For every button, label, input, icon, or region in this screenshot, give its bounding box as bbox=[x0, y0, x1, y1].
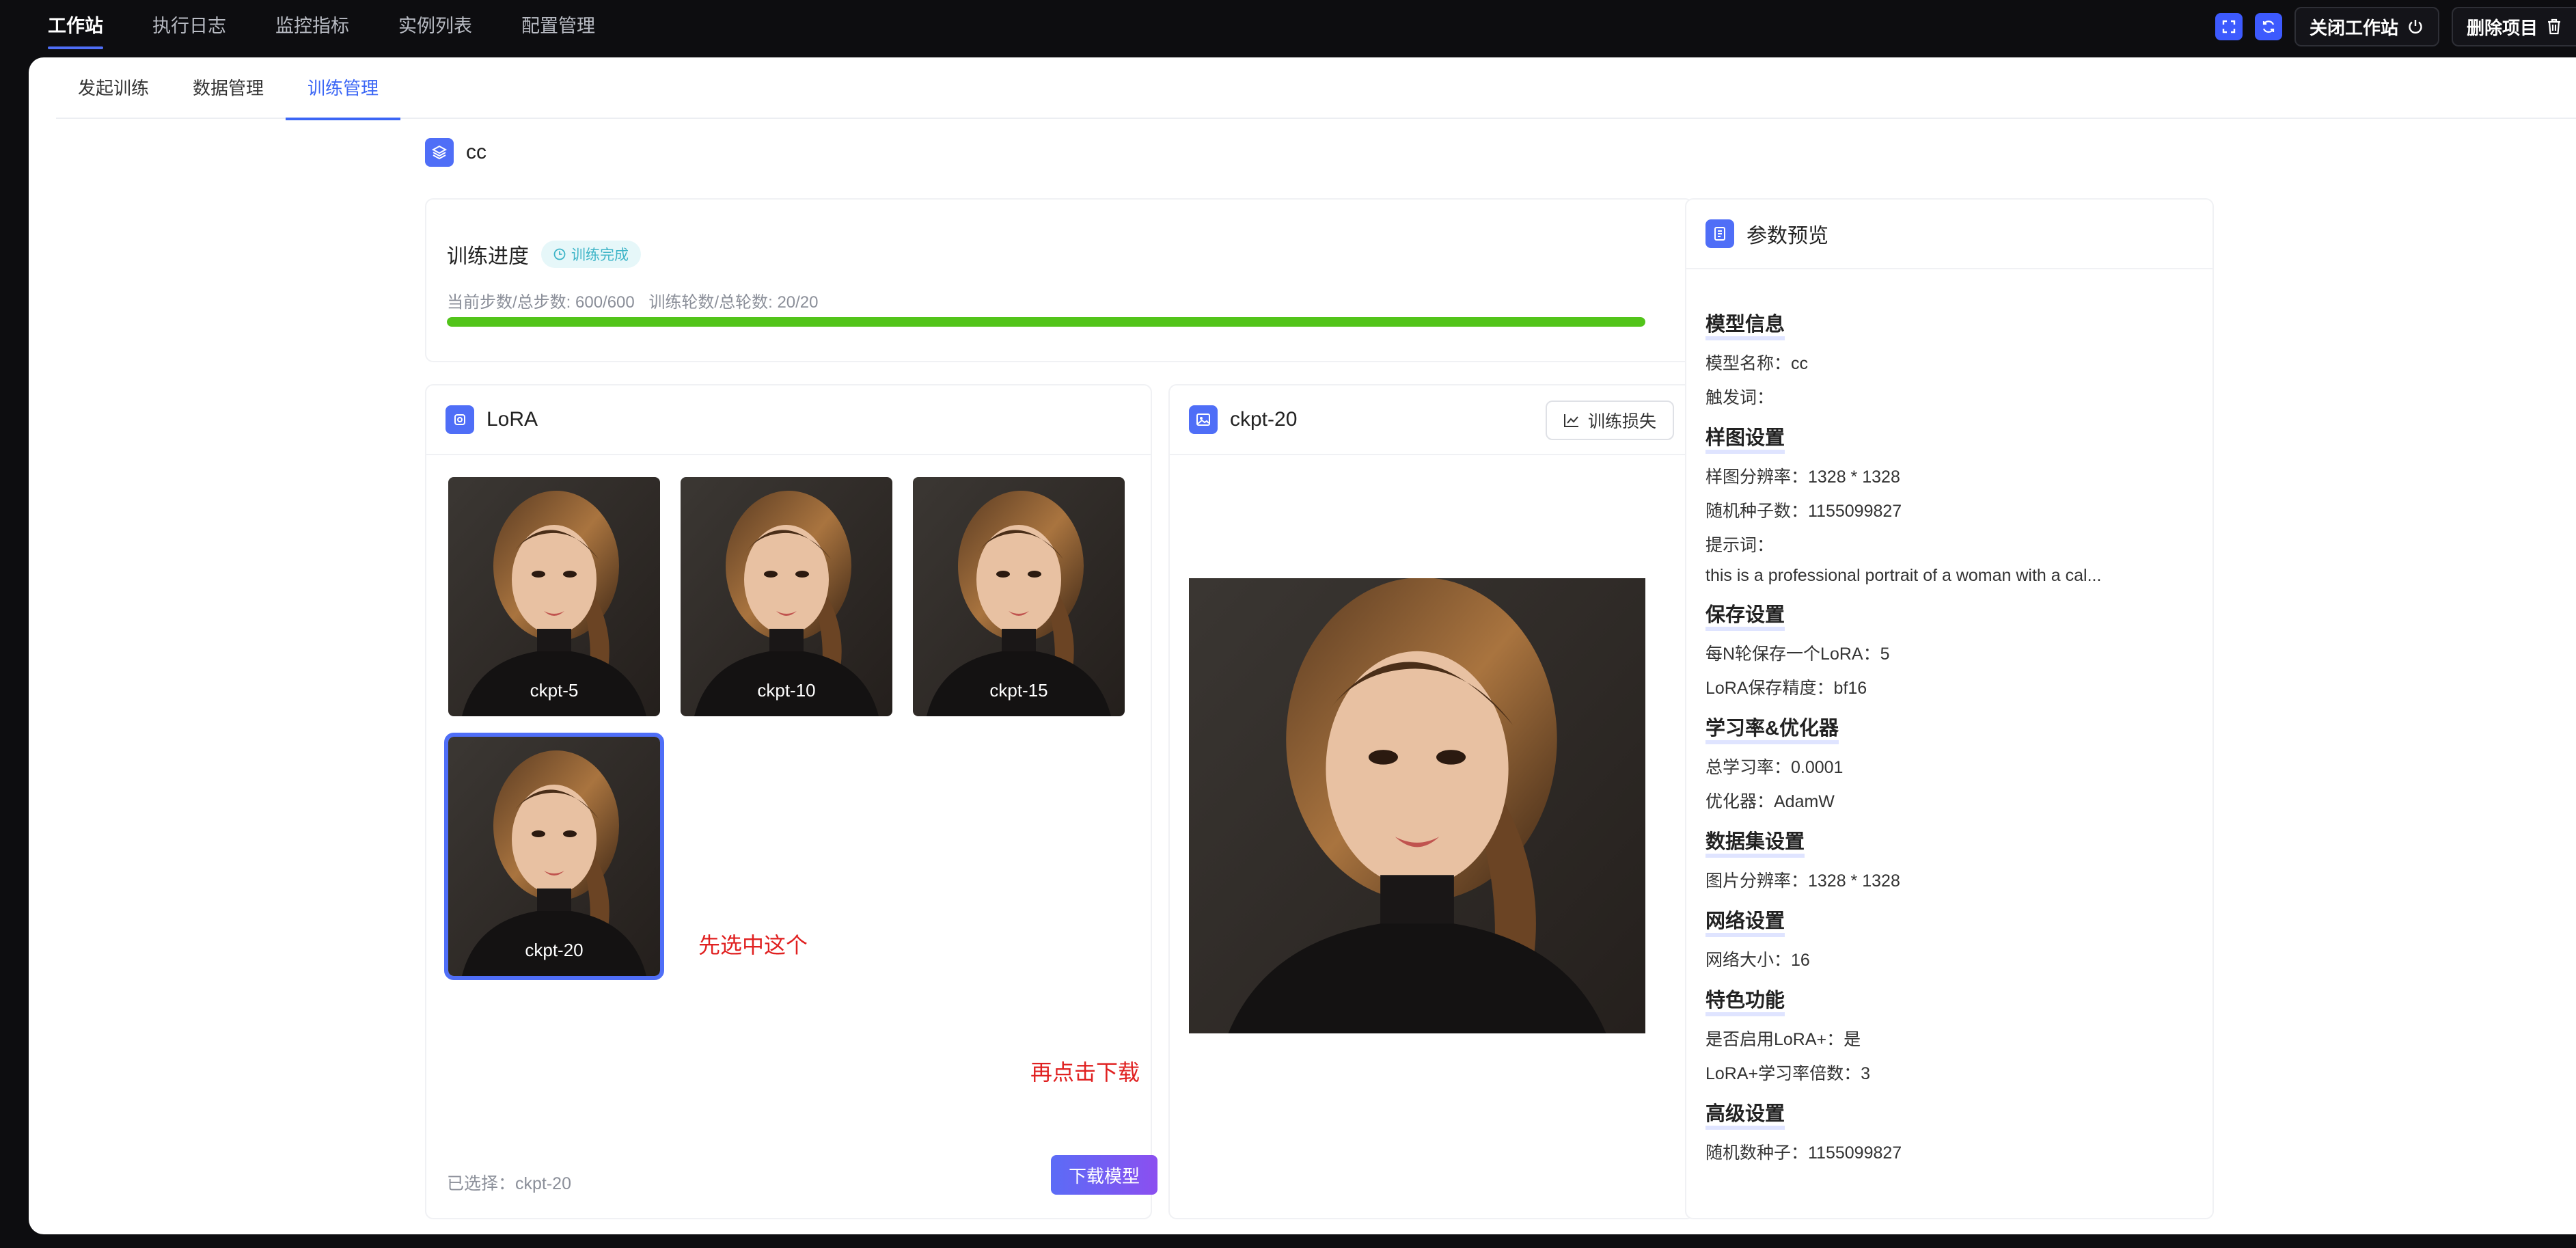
param-row: 每N轮保存一个LoRA：5 bbox=[1705, 645, 1890, 664]
clock-icon bbox=[553, 248, 566, 260]
param-row: 随机数种子：1155099827 bbox=[1705, 1143, 1902, 1163]
status-text: 训练完成 bbox=[571, 247, 629, 263]
line-chart-icon bbox=[1563, 414, 1578, 427]
params-card-header: 参数预览 bbox=[1686, 200, 2212, 269]
trash-icon bbox=[2548, 18, 2560, 35]
param-row: 触发词： bbox=[1705, 388, 1775, 407]
tab-data-management[interactable]: 数据管理 bbox=[171, 57, 286, 119]
model-icon bbox=[446, 405, 474, 434]
checkpoint-thumbnail[interactable]: ckpt-15 bbox=[913, 477, 1125, 716]
training-progress-card: 训练进度 训练完成 当前步数/总步数: 600/600 训练轮数/总轮数: 20… bbox=[425, 198, 1693, 362]
param-row: 模型名称：cc bbox=[1705, 354, 1809, 373]
power-icon bbox=[2409, 20, 2422, 34]
params-preview-card: 参数预览 模型信息模型名称：cc 触发词： 样图设置样图分辨率：1328 * 132… bbox=[1685, 198, 2214, 1219]
topnav-item-workstation[interactable]: 工作站 bbox=[48, 0, 103, 57]
tab-training-management[interactable]: 训练管理 bbox=[286, 57, 401, 120]
lora-title: LoRA bbox=[487, 408, 538, 431]
tab-start-training[interactable]: 发起训练 bbox=[56, 57, 171, 119]
param-section-title: 特色功能 bbox=[1705, 989, 1785, 1016]
progress-bar bbox=[447, 317, 1645, 327]
param-row: 图片分辨率：1328 * 1328 bbox=[1705, 871, 1900, 891]
preview-image bbox=[1189, 578, 1645, 1033]
training-loss-button[interactable]: 训练损失 bbox=[1545, 401, 1674, 440]
progress-title: 训练进度 bbox=[447, 245, 529, 268]
param-section-title: 保存设置 bbox=[1705, 603, 1785, 631]
delete-project-label: 删除项目 bbox=[2466, 17, 2538, 38]
param-row: LoRA保存精度：bf16 bbox=[1705, 679, 1867, 698]
close-workstation-label: 关闭工作站 bbox=[2309, 17, 2398, 38]
top-nav: 工作站 执行日志 监控指标 实例列表 配置管理 bbox=[48, 0, 644, 57]
checkpoint-label: ckpt-15 bbox=[989, 680, 1048, 701]
topnav-item-instances[interactable]: 实例列表 bbox=[398, 0, 472, 57]
param-section-title: 数据集设置 bbox=[1705, 830, 1805, 858]
top-bar: 工作站 执行日志 监控指标 实例列表 配置管理 关闭工作站 删除项目 bbox=[0, 0, 2576, 57]
top-actions: 关闭工作站 删除项目 bbox=[2215, 7, 2576, 46]
lora-card: LoRA ckpt-5 ckpt-10 ckpt-15 ckpt-20 先选中这… bbox=[425, 384, 1157, 1219]
param-row: this is a professional portrait of a wom… bbox=[1705, 566, 2102, 585]
preview-card-header: ckpt-20 训练损失 bbox=[1170, 385, 1693, 455]
checkpoint-thumbnail-selected[interactable]: ckpt-20 bbox=[444, 733, 664, 980]
progress-meta: 当前步数/总步数: 600/600 训练轮数/总轮数: 20/20 bbox=[447, 288, 828, 312]
delete-project-button[interactable]: 删除项目 bbox=[2451, 7, 2576, 46]
param-section-title: 样图设置 bbox=[1705, 426, 1785, 454]
param-row: LoRA+学习率倍数：3 bbox=[1705, 1064, 1871, 1083]
download-model-button[interactable]: 下载模型 bbox=[1051, 1155, 1157, 1195]
param-section-title: 高级设置 bbox=[1705, 1102, 1785, 1130]
project-header: cc bbox=[425, 138, 487, 167]
topnav-item-logs[interactable]: 执行日志 bbox=[152, 0, 226, 57]
param-row: 网络大小：16 bbox=[1705, 951, 1810, 970]
fullscreen-icon[interactable] bbox=[2215, 13, 2243, 40]
epochs-text: 训练轮数/总轮数: 20/20 bbox=[648, 293, 819, 312]
param-row: 总学习率：0.0001 bbox=[1705, 758, 1844, 777]
topnav-item-metrics[interactable]: 监控指标 bbox=[275, 0, 349, 57]
close-workstation-button[interactable]: 关闭工作站 bbox=[2294, 7, 2439, 46]
checkpoint-label: ckpt-5 bbox=[530, 680, 579, 701]
checkpoint-label: ckpt-10 bbox=[757, 680, 816, 701]
param-section-title: 模型信息 bbox=[1705, 313, 1785, 340]
selected-checkpoint-text: 已选择：ckpt-20 bbox=[447, 1174, 571, 1193]
sub-tabs: 发起训练 数据管理 训练管理 bbox=[56, 57, 2576, 120]
training-loss-label: 训练损失 bbox=[1587, 412, 1656, 431]
checkpoint-thumbnail[interactable]: ckpt-10 bbox=[681, 477, 892, 716]
topnav-item-config[interactable]: 配置管理 bbox=[521, 0, 595, 57]
params-title: 参数预览 bbox=[1746, 225, 1828, 247]
project-name: cc bbox=[466, 141, 487, 163]
annotation-download: 再点击下载 bbox=[1030, 1060, 1140, 1085]
param-row: 是否启用LoRA+：是 bbox=[1705, 1030, 1861, 1049]
param-row: 样图分辨率：1328 * 1328 bbox=[1705, 467, 1900, 487]
layers-icon bbox=[425, 138, 454, 167]
param-row: 提示词： bbox=[1705, 536, 1775, 555]
params-list: 模型信息模型名称：cc 触发词： 样图设置样图分辨率：1328 * 1328 随机种子… bbox=[1705, 295, 2193, 1164]
status-badge: 训练完成 bbox=[541, 241, 641, 268]
document-icon bbox=[1705, 219, 1734, 248]
refresh-icon[interactable] bbox=[2254, 13, 2282, 40]
progress-bar-fill bbox=[447, 317, 1645, 327]
checkpoint-label: ckpt-20 bbox=[525, 940, 584, 960]
image-icon bbox=[1189, 405, 1218, 434]
annotation-select: 先选中这个 bbox=[698, 933, 808, 958]
param-section-title: 学习率&优化器 bbox=[1705, 717, 1839, 744]
preview-title: ckpt-20 bbox=[1230, 408, 1298, 431]
param-row: 优化器：AdamW bbox=[1705, 792, 1835, 811]
lora-card-header: LoRA bbox=[426, 385, 1151, 455]
param-row: 随机种子数：1155099827 bbox=[1705, 502, 1902, 521]
checkpoint-thumbnail[interactable]: ckpt-5 bbox=[448, 477, 660, 716]
progress-title-row: 训练进度 训练完成 bbox=[447, 239, 641, 269]
param-section-title: 网络设置 bbox=[1705, 910, 1785, 937]
checkpoint-preview-card: ckpt-20 训练损失 bbox=[1168, 384, 1695, 1219]
steps-text: 当前步数/总步数: 600/600 bbox=[447, 293, 635, 312]
